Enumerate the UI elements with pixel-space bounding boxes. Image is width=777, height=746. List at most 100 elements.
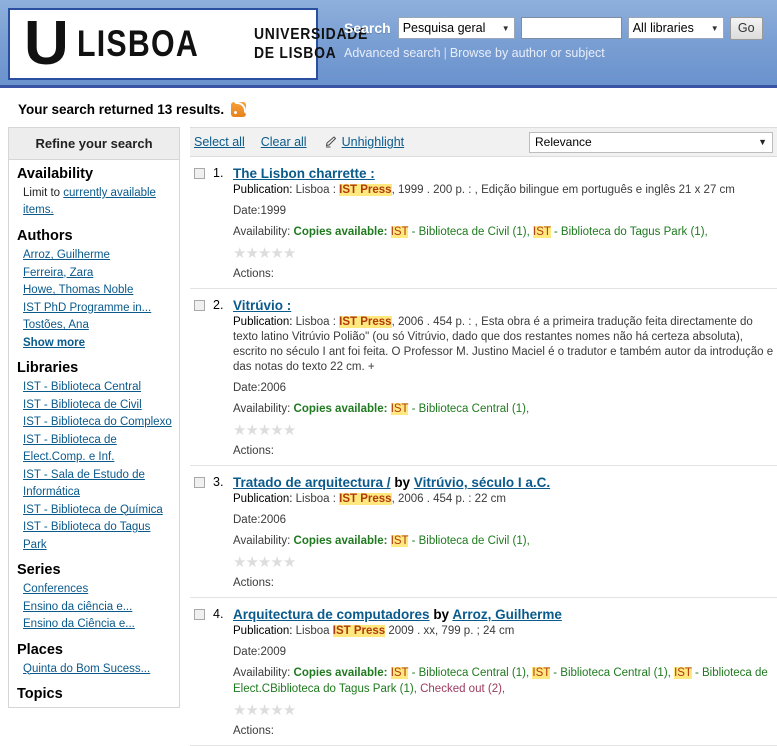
result-checkbox[interactable] <box>194 609 205 620</box>
result-checkbox[interactable] <box>194 168 205 179</box>
date-value: 2006 <box>260 382 287 394</box>
facet-link[interactable]: IST - Biblioteca Central <box>23 381 141 393</box>
rating-stars[interactable]: ★★★★★ <box>233 702 777 719</box>
show-more-link[interactable]: Show more <box>23 337 85 349</box>
availability-status: Copies available: <box>293 226 388 238</box>
facet-group: Availability Limit to currently available… <box>9 160 179 222</box>
facet-link[interactable]: IST PhD Programme in... <box>23 302 151 314</box>
go-button[interactable]: Go <box>729 16 763 40</box>
star-icon[interactable]: ★ <box>283 554 296 571</box>
result-title-link[interactable]: Tratado de arquitectura / <box>233 475 391 490</box>
facet-link[interactable]: IST - Biblioteca do Tagus Park <box>23 521 150 551</box>
rating-stars[interactable]: ★★★★★ <box>233 554 777 571</box>
result-title-link[interactable]: The Lisbon charrette : <box>233 166 375 181</box>
star-icon[interactable]: ★ <box>258 245 271 262</box>
select-all-link[interactable]: Select all <box>194 135 245 149</box>
star-icon[interactable]: ★ <box>258 422 271 439</box>
rating-stars[interactable]: ★★★★★ <box>233 422 777 439</box>
result-body: The Lisbon charrette : Publication: Lisbo… <box>233 165 777 280</box>
result-checkbox[interactable] <box>194 300 205 311</box>
facet-item: IST - Biblioteca do Tagus Park <box>9 519 179 554</box>
refine-sidebar: Refine your search Availability Limit to … <box>8 127 180 708</box>
facet-title: Places <box>17 641 63 658</box>
search-input[interactable] <box>520 17 622 39</box>
availability-label: Availability: <box>233 667 294 679</box>
facet-item: IST - Biblioteca de Civil <box>9 397 179 415</box>
facet-link[interactable]: Ensino da Ciência e... <box>23 618 135 630</box>
holding-location: - Biblioteca Central (1), <box>408 403 530 415</box>
availability-label: Availability: <box>233 535 294 547</box>
star-icon[interactable]: ★ <box>270 554 283 571</box>
result-title-line: Tratado de arquitectura / by Vitrúvio, s… <box>233 474 777 491</box>
facet-link[interactable]: Conferences <box>23 583 88 595</box>
facet-show-more: Show more <box>9 335 179 353</box>
facet-link[interactable]: IST - Sala de Estudo de Informática <box>23 469 145 499</box>
star-icon[interactable]: ★ <box>283 702 296 719</box>
rss-icon[interactable] <box>231 102 247 117</box>
facet-link[interactable]: IST - Biblioteca de Química <box>23 504 163 516</box>
star-icon[interactable]: ★ <box>233 245 246 262</box>
facet-title: Topics <box>17 686 63 702</box>
advanced-search-link[interactable]: Advanced search <box>344 46 441 60</box>
facet-link[interactable]: IST - Biblioteca do Complexo <box>23 416 172 428</box>
star-icon[interactable]: ★ <box>283 245 296 262</box>
result-title-link[interactable]: Arquitectura de computadores <box>233 607 430 622</box>
unhighlight-link[interactable]: Unhighlight <box>342 135 405 149</box>
facet-groups: Availability Limit to currently available… <box>9 160 179 707</box>
holding-location: - Biblioteca do Tagus Park (1), <box>550 226 708 238</box>
date-value: 1999 <box>260 205 287 217</box>
result-author-link[interactable]: Vitrúvio, século I a.C. <box>414 475 550 490</box>
date-label: Date: <box>233 514 261 526</box>
star-icon[interactable]: ★ <box>270 245 283 262</box>
star-icon[interactable]: ★ <box>233 702 246 719</box>
browse-link[interactable]: Browse by author or subject <box>450 46 605 60</box>
star-icon[interactable]: ★ <box>245 422 258 439</box>
facet-link[interactable]: Quinta do Bom Sucess... <box>23 663 150 675</box>
results-summary: Your search returned 13 results. <box>0 88 777 127</box>
query-type-select[interactable]: Pesquisa geral ▼ <box>397 17 515 39</box>
star-icon[interactable]: ★ <box>283 422 296 439</box>
facet-link[interactable]: Howe, Thomas Noble <box>23 284 133 296</box>
facet-title: Availability <box>17 166 94 182</box>
result-checkbox[interactable] <box>194 477 205 488</box>
query-type-value: Pesquisa geral <box>402 21 486 35</box>
star-icon[interactable]: ★ <box>258 702 271 719</box>
result-row: 3. Tratado de arquitectura / by Vitrúvio,… <box>190 466 777 598</box>
facet-link[interactable]: Tostões, Ana <box>23 319 89 331</box>
facet-link[interactable]: Ferreira, Zara <box>23 267 93 279</box>
facet-link[interactable]: Ensino da ciência e... <box>23 601 132 613</box>
result-publication: Publication: Lisboa IST Press 2009 . xx,… <box>233 624 777 639</box>
logo-letter-u: U <box>24 9 69 78</box>
result-author-link[interactable]: Arroz, Guilherme <box>452 607 562 622</box>
library-scope-select[interactable]: All libraries ▼ <box>627 17 724 39</box>
star-icon[interactable]: ★ <box>270 422 283 439</box>
facet-group: Topics <box>9 680 179 707</box>
star-icon[interactable]: ★ <box>245 554 258 571</box>
clear-all-link[interactable]: Clear all <box>261 135 307 149</box>
facet-item: IST - Biblioteca Central <box>9 379 179 397</box>
star-icon[interactable]: ★ <box>233 422 246 439</box>
facet-item: IST - Biblioteca de Elect.Comp. e Inf. <box>9 432 179 467</box>
facet-link[interactable]: Arroz, Guilherme <box>23 249 110 261</box>
result-date: Date:2009 <box>233 644 777 660</box>
facet-link[interactable]: IST - Biblioteca de Elect.Comp. e Inf. <box>23 434 117 464</box>
facet-item: Howe, Thomas Noble <box>9 282 179 300</box>
facet-title: Series <box>17 562 61 578</box>
star-icon[interactable]: ★ <box>258 554 271 571</box>
facet-item: Ferreira, Zara <box>9 265 179 283</box>
publication-label: Publication: <box>233 625 293 637</box>
ulisboa-logo[interactable]: U LISBOA UNIVERSIDADE DE LISBOA <box>8 8 367 80</box>
star-icon[interactable]: ★ <box>245 702 258 719</box>
facet-link[interactable]: IST - Biblioteca de Civil <box>23 399 142 411</box>
rating-stars[interactable]: ★★★★★ <box>233 245 777 262</box>
result-title-link[interactable]: Vitrúvio : <box>233 298 291 313</box>
main-content: Refine your search Availability Limit to … <box>0 127 777 746</box>
header-sublinks: Advanced search | Browse by author or subj… <box>344 46 773 60</box>
result-body: Arquitectura de computadores by Arroz, G… <box>233 606 777 737</box>
chevron-down-icon: ▼ <box>501 23 510 33</box>
availability-status: Copies available: <box>293 403 388 415</box>
star-icon[interactable]: ★ <box>270 702 283 719</box>
star-icon[interactable]: ★ <box>233 554 246 571</box>
sort-select[interactable]: Relevance ▼ <box>529 131 773 153</box>
star-icon[interactable]: ★ <box>245 245 258 262</box>
